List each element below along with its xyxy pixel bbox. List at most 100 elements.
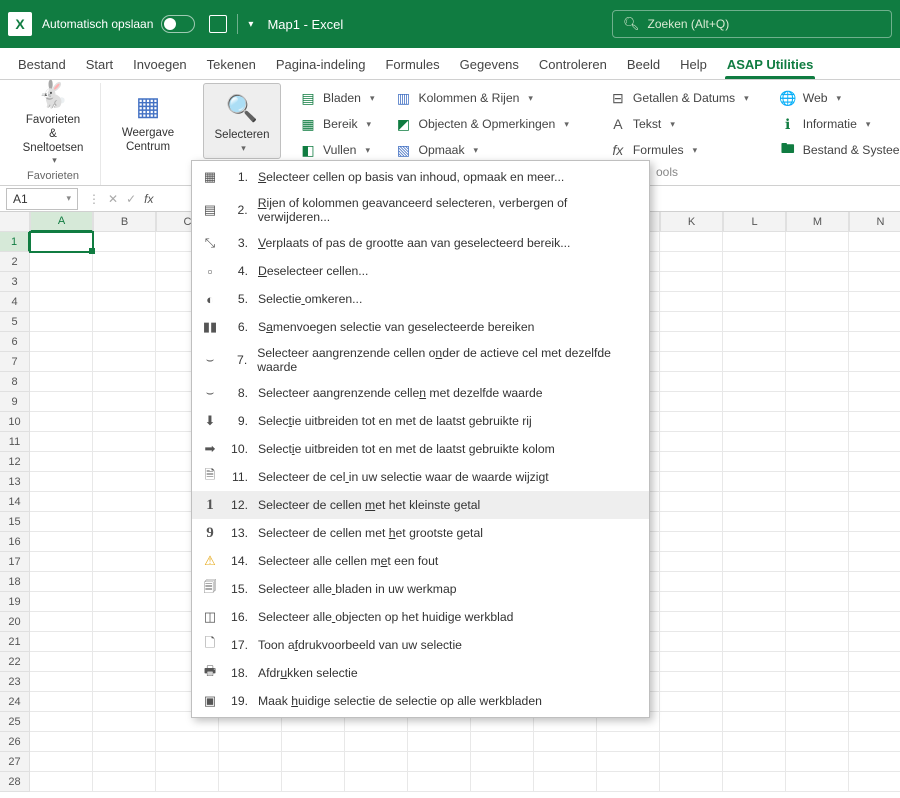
cell[interactable] bbox=[30, 572, 93, 592]
cell[interactable] bbox=[723, 512, 786, 532]
cell[interactable] bbox=[660, 712, 723, 732]
cell[interactable] bbox=[786, 712, 849, 732]
tab-insert[interactable]: Invoegen bbox=[123, 50, 197, 79]
formula-cancel-icon[interactable]: ✕ bbox=[108, 192, 118, 206]
autosave-toggle[interactable] bbox=[161, 15, 195, 33]
weergave-centrum-button[interactable]: ▦ Weergave Centrum bbox=[109, 83, 187, 159]
row-header[interactable]: 1 bbox=[0, 232, 30, 252]
cell[interactable] bbox=[849, 452, 900, 472]
menu-item-7[interactable]: ⌣7.Selecteer aangrenzende cellen onder d… bbox=[192, 341, 649, 379]
menu-item-6[interactable]: ▮▮6.Samenvoegen selectie van geselecteer… bbox=[192, 313, 649, 341]
cell[interactable] bbox=[786, 672, 849, 692]
cell[interactable] bbox=[786, 572, 849, 592]
cell[interactable] bbox=[30, 612, 93, 632]
row-header[interactable]: 7 bbox=[0, 352, 30, 372]
cell[interactable] bbox=[660, 552, 723, 572]
cell[interactable] bbox=[786, 432, 849, 452]
row-header[interactable]: 20 bbox=[0, 612, 30, 632]
cell[interactable] bbox=[93, 692, 156, 712]
cell[interactable] bbox=[723, 372, 786, 392]
row-header[interactable]: 13 bbox=[0, 472, 30, 492]
row-header[interactable]: 10 bbox=[0, 412, 30, 432]
cell[interactable] bbox=[723, 452, 786, 472]
cell[interactable] bbox=[786, 392, 849, 412]
cell[interactable] bbox=[660, 452, 723, 472]
cell[interactable] bbox=[534, 732, 597, 752]
cell[interactable] bbox=[282, 772, 345, 792]
row-header[interactable]: 15 bbox=[0, 512, 30, 532]
cell[interactable] bbox=[93, 392, 156, 412]
cell[interactable] bbox=[723, 632, 786, 652]
cell[interactable] bbox=[849, 752, 900, 772]
menu-item-13[interactable]: 913.Selecteer de cellen met het grootste… bbox=[192, 519, 649, 547]
informatie-button[interactable]: ℹInformatie▾ bbox=[775, 113, 900, 135]
cell[interactable] bbox=[723, 532, 786, 552]
formules-button[interactable]: fxFormules▾ bbox=[605, 139, 753, 161]
bladen-button[interactable]: ▤Bladen▾ bbox=[295, 87, 378, 109]
menu-item-10[interactable]: ➡10.Selectie uitbreiden tot en met de la… bbox=[192, 435, 649, 463]
cell[interactable] bbox=[93, 752, 156, 772]
cell[interactable] bbox=[723, 692, 786, 712]
column-header[interactable]: L bbox=[723, 212, 786, 232]
bereik-button[interactable]: ▦Bereik▾ bbox=[295, 113, 378, 135]
cell[interactable] bbox=[723, 292, 786, 312]
menu-item-9[interactable]: ⬇9.Selectie uitbreiden tot en met de laa… bbox=[192, 407, 649, 435]
cell[interactable] bbox=[849, 732, 900, 752]
cell[interactable] bbox=[534, 752, 597, 772]
menu-item-3[interactable]: ⤡3.Verplaats of pas de grootte aan van g… bbox=[192, 229, 649, 257]
cell[interactable] bbox=[849, 652, 900, 672]
cell[interactable] bbox=[93, 632, 156, 652]
cell[interactable] bbox=[660, 432, 723, 452]
cell[interactable] bbox=[786, 592, 849, 612]
cell[interactable] bbox=[219, 732, 282, 752]
cell[interactable] bbox=[660, 612, 723, 632]
cell[interactable] bbox=[849, 712, 900, 732]
cell[interactable] bbox=[30, 272, 93, 292]
cell[interactable] bbox=[93, 272, 156, 292]
opmaak-button[interactable]: ▧Opmaak▾ bbox=[390, 139, 572, 161]
cell[interactable] bbox=[30, 632, 93, 652]
cell[interactable] bbox=[660, 392, 723, 412]
tab-pagelayout[interactable]: Pagina-indeling bbox=[266, 50, 376, 79]
cell[interactable] bbox=[660, 532, 723, 552]
cell[interactable] bbox=[30, 532, 93, 552]
cell[interactable] bbox=[786, 512, 849, 532]
cell[interactable] bbox=[30, 672, 93, 692]
cell[interactable] bbox=[849, 492, 900, 512]
cell[interactable] bbox=[30, 492, 93, 512]
cell[interactable] bbox=[93, 532, 156, 552]
cell[interactable] bbox=[30, 352, 93, 372]
cell[interactable] bbox=[849, 332, 900, 352]
cell[interactable] bbox=[849, 352, 900, 372]
cell[interactable] bbox=[282, 752, 345, 772]
row-header[interactable]: 23 bbox=[0, 672, 30, 692]
kolommen-rijen-button[interactable]: ▥Kolommen & Rijen▾ bbox=[390, 87, 572, 109]
row-header[interactable]: 4 bbox=[0, 292, 30, 312]
cell[interactable] bbox=[30, 512, 93, 532]
cell[interactable] bbox=[849, 312, 900, 332]
favorieten-button[interactable]: 🐇 Favorieten & Sneltoetsen▾ bbox=[14, 83, 92, 159]
cell[interactable] bbox=[30, 552, 93, 572]
cell[interactable] bbox=[156, 732, 219, 752]
web-button[interactable]: 🌐Web▾ bbox=[775, 87, 900, 109]
menu-item-8[interactable]: ⌣8.Selecteer aangrenzende cellen met dez… bbox=[192, 379, 649, 407]
cell[interactable] bbox=[219, 772, 282, 792]
cell[interactable] bbox=[723, 652, 786, 672]
cell[interactable] bbox=[786, 612, 849, 632]
row-header[interactable]: 3 bbox=[0, 272, 30, 292]
cell[interactable] bbox=[849, 672, 900, 692]
cell[interactable] bbox=[786, 412, 849, 432]
cell[interactable] bbox=[723, 412, 786, 432]
row-header[interactable]: 26 bbox=[0, 732, 30, 752]
cell[interactable] bbox=[786, 652, 849, 672]
cell[interactable] bbox=[660, 592, 723, 612]
cell[interactable] bbox=[93, 772, 156, 792]
cell[interactable] bbox=[93, 352, 156, 372]
cell[interactable] bbox=[786, 292, 849, 312]
column-header[interactable]: A bbox=[30, 212, 93, 232]
cell[interactable] bbox=[723, 472, 786, 492]
formula-accept-icon[interactable]: ✓ bbox=[126, 192, 136, 206]
cell[interactable] bbox=[30, 712, 93, 732]
cell[interactable] bbox=[30, 432, 93, 452]
tab-asap-utilities[interactable]: ASAP Utilities bbox=[717, 50, 823, 79]
